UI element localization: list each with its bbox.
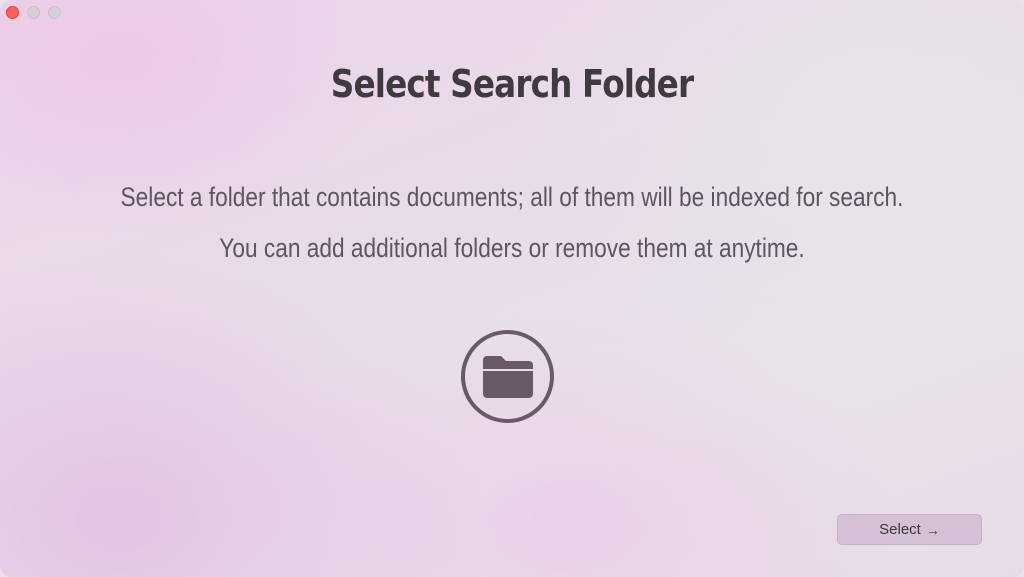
select-button[interactable]: Select → xyxy=(837,514,982,545)
arrow-right-icon: → xyxy=(925,521,940,538)
window-controls xyxy=(6,6,61,19)
description-line-2: You can add additional folders or remove… xyxy=(219,233,805,263)
zoom-window-button[interactable] xyxy=(48,6,61,19)
select-button-label: Select xyxy=(879,521,921,538)
close-window-button[interactable] xyxy=(6,6,19,19)
folder-icon xyxy=(482,355,533,398)
app-window: Select Search Folder Select a folder tha… xyxy=(0,0,1024,577)
page-title: Select Search Folder xyxy=(330,62,694,106)
minimize-window-button[interactable] xyxy=(27,6,40,19)
description-line-1: Select a folder that contains documents;… xyxy=(120,182,904,212)
choose-folder-button[interactable] xyxy=(461,330,554,423)
